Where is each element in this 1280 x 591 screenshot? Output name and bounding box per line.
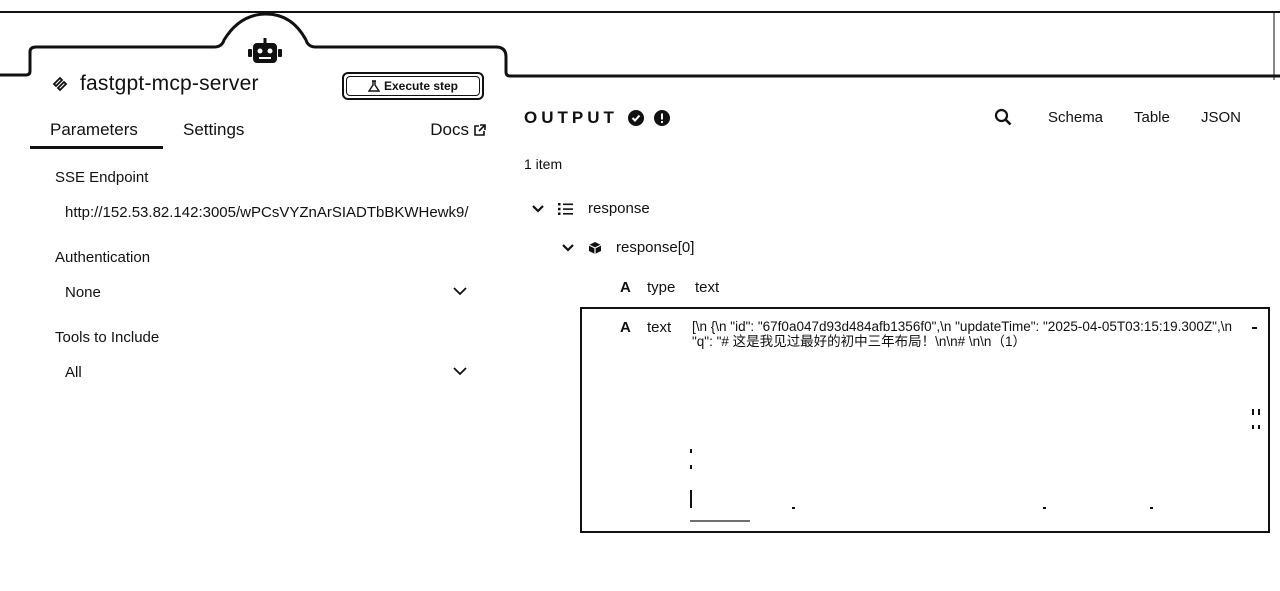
flask-icon: [367, 80, 380, 92]
node-tabs: Parameters Settings Docs: [30, 110, 490, 150]
tree-value-type: text: [695, 279, 720, 296]
tree-key-response: response: [588, 200, 650, 217]
artifact-mark: [690, 490, 692, 508]
authentication-select[interactable]: None: [55, 279, 475, 307]
artifact-mark: [792, 507, 795, 509]
artifact-mark: [690, 465, 692, 469]
chevron-down-icon: [453, 287, 467, 296]
artifact-mark: [1252, 425, 1254, 429]
tab-parameters[interactable]: Parameters: [50, 120, 138, 140]
view-table-button[interactable]: Table: [1134, 109, 1170, 126]
chevron-down-icon[interactable]: [532, 204, 544, 213]
tab-settings[interactable]: Settings: [183, 120, 244, 140]
docs-link[interactable]: Docs: [430, 120, 486, 140]
output-header: OUTPUT: [524, 108, 670, 128]
node-panel-outline: [0, 11, 1280, 80]
robot-icon: [248, 38, 282, 63]
tools-to-include-select[interactable]: All: [55, 359, 475, 387]
tree-key-text: text: [647, 319, 672, 336]
authentication-value: None: [65, 284, 101, 301]
tree-row-response[interactable]: response: [532, 200, 650, 217]
tree-row-response-0[interactable]: response[0]: [562, 239, 694, 256]
artifact-mark: [1252, 327, 1257, 329]
artifact-mark: [1252, 409, 1254, 415]
execute-step-button[interactable]: Execute step: [342, 72, 484, 100]
docs-label: Docs: [430, 120, 469, 139]
sse-endpoint-label: SSE Endpoint: [55, 169, 149, 186]
chevron-down-icon[interactable]: [562, 243, 574, 252]
authentication-label: Authentication: [55, 249, 151, 266]
string-type-icon: A: [620, 279, 631, 296]
artifact-mark: [1258, 425, 1260, 429]
chevron-down-icon: [453, 367, 467, 376]
external-link-icon: [474, 123, 486, 136]
string-type-icon: A: [620, 319, 631, 336]
info-circle-icon[interactable]: [653, 110, 670, 126]
text-value-box[interactable]: A text [\n {\n "id": "67f0a047d93d484afb…: [580, 307, 1270, 533]
check-circle-icon: [627, 110, 644, 126]
view-schema-button[interactable]: Schema: [1048, 109, 1103, 126]
list-icon: [558, 202, 573, 215]
tools-to-include-label: Tools to Include: [55, 329, 160, 346]
output-title: OUTPUT: [524, 108, 618, 127]
tools-to-include-value: All: [65, 364, 82, 381]
node-header: fastgpt-mcp-server: [50, 72, 259, 96]
search-icon[interactable]: [994, 108, 1012, 126]
tree-value-text: [\n {\n "id": "67f0a047d93d484afb1356f0"…: [692, 319, 1232, 349]
execute-step-label: Execute step: [383, 79, 459, 93]
view-json-button[interactable]: JSON: [1201, 109, 1241, 126]
tree-key-type: type: [647, 279, 676, 296]
artifact-mark: [1043, 507, 1046, 509]
active-tab-underline: [30, 146, 163, 149]
tree-key-response-0: response[0]: [616, 239, 695, 256]
artifact-mark: [690, 520, 750, 522]
artifact-mark: [1150, 507, 1153, 509]
tool-icon: [52, 76, 68, 92]
node-title: fastgpt-mcp-server: [80, 72, 259, 95]
item-count: 1 item: [524, 156, 563, 172]
artifact-mark: [1258, 409, 1260, 415]
sse-endpoint-value[interactable]: http://152.53.82.142:3005/wPCsVYZnArSIAD…: [65, 204, 469, 221]
cube-icon: [588, 241, 602, 254]
artifact-mark: [690, 449, 692, 453]
